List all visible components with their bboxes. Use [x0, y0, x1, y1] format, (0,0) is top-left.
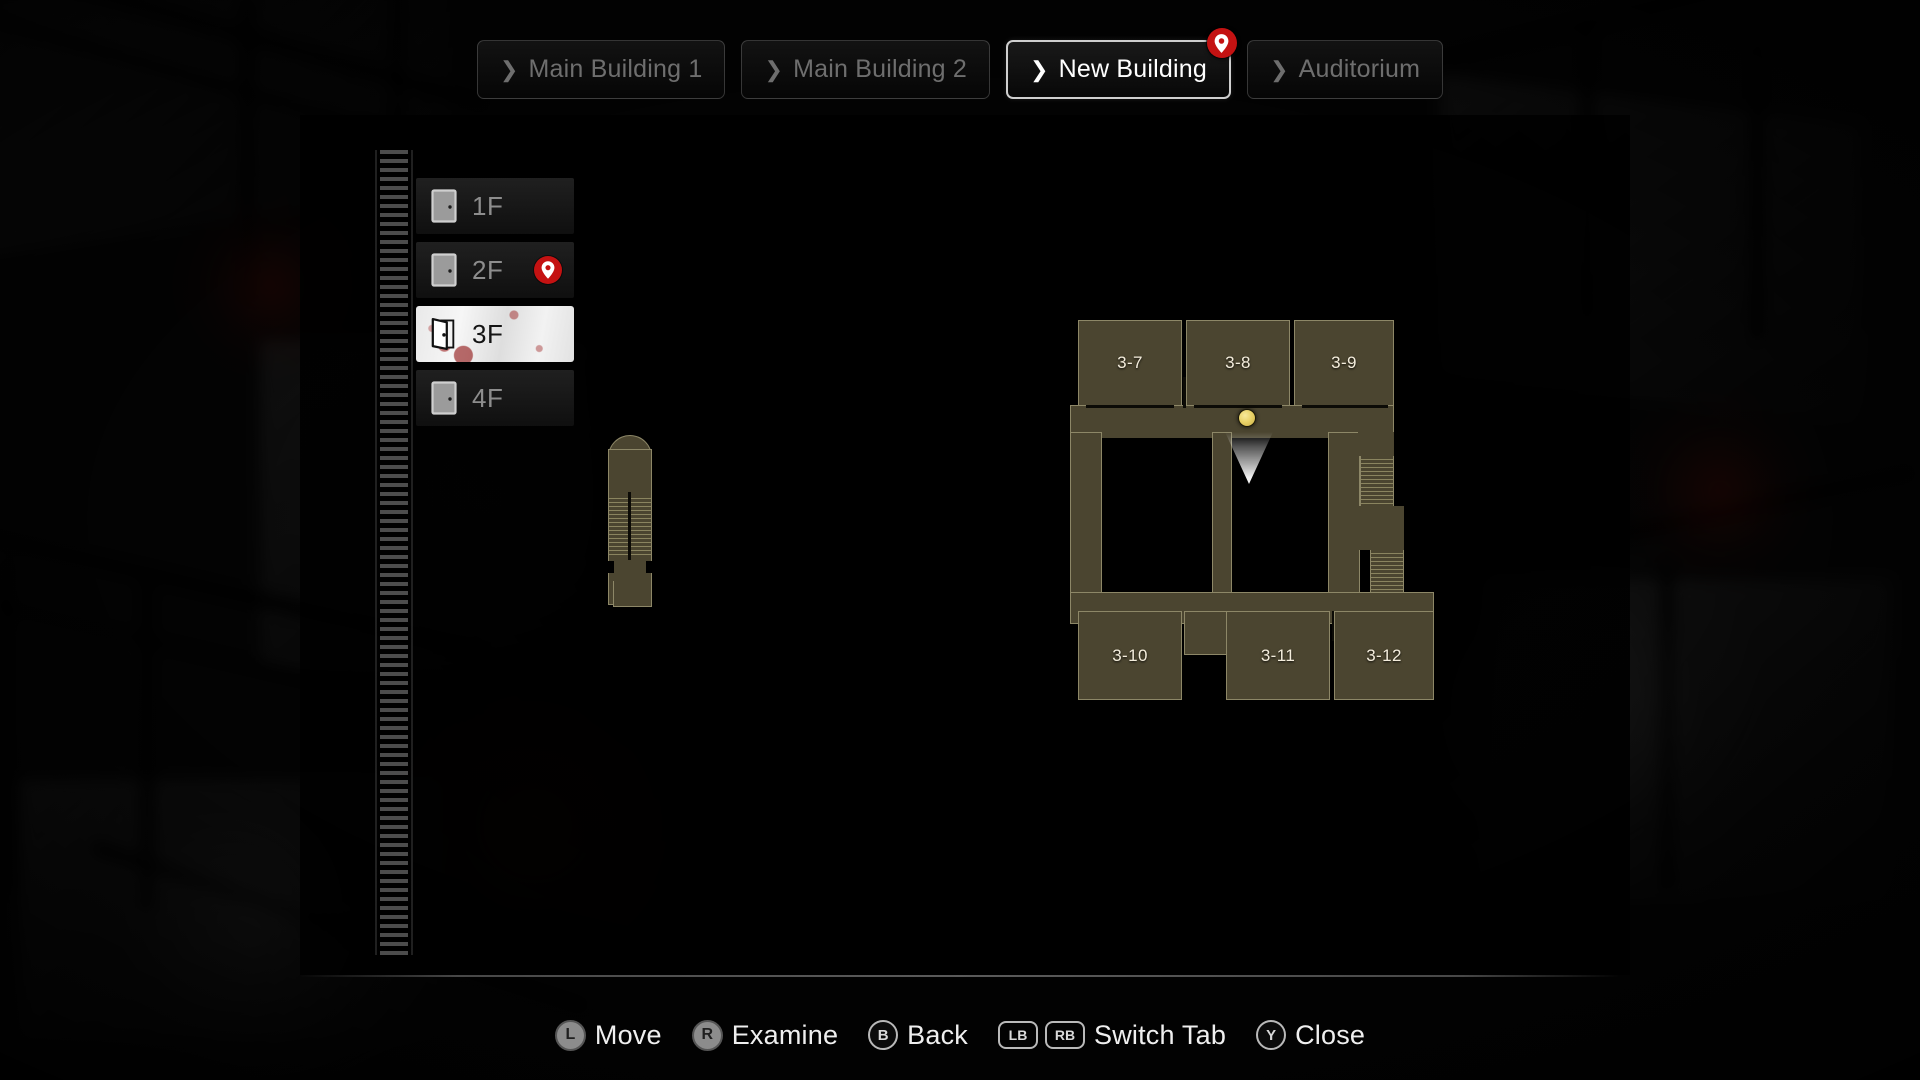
stairwell-handrail [628, 492, 631, 560]
map-room-3-8[interactable]: 3-8 [1186, 320, 1290, 406]
control-label: Switch Tab [1094, 1019, 1227, 1050]
room-label: 3-9 [1331, 353, 1357, 372]
stairwell-landing [613, 581, 652, 607]
floor-item-3f[interactable]: 3F [416, 306, 574, 362]
bottom-divider [300, 975, 1620, 977]
stairwell-notch [608, 561, 614, 573]
floor-label: 1F [472, 190, 504, 221]
left-stick-icon: L [554, 1019, 586, 1051]
room-label: 3-11 [1260, 645, 1296, 665]
chevron-right-icon: ❯ [764, 56, 784, 82]
map-east-landing [1358, 506, 1404, 550]
control-label: Examine [731, 1019, 839, 1050]
map-wall-divider [1183, 377, 1186, 408]
map-room-3-10[interactable]: 3-10 [1078, 611, 1182, 700]
tab-main-building-1[interactable]: ❯ Main Building 1 [476, 40, 726, 99]
map-wall-segment [1194, 405, 1282, 408]
map-room-3-9[interactable]: 3-9 [1294, 320, 1394, 406]
tab-label: New Building [1058, 55, 1207, 83]
floor-item-2f[interactable]: 2F [416, 242, 574, 298]
map-screen: ❯ Main Building 1 ❯ Main Building 2 ❯ Ne… [0, 0, 1920, 1080]
room-label: 3-10 [1112, 645, 1148, 665]
door-open-icon [430, 315, 458, 353]
map-wall-segment [1302, 405, 1388, 408]
tab-main-building-2[interactable]: ❯ Main Building 2 [741, 40, 991, 99]
stairwell-notch [646, 561, 652, 573]
floor-item-1f[interactable]: 1F [416, 178, 574, 234]
y-button-icon: Y [1256, 1020, 1287, 1050]
dashed-rail-strip-icon [375, 150, 413, 955]
b-button-icon: B [868, 1020, 899, 1050]
building-tab-bar: ❯ Main Building 1 ❯ Main Building 2 ❯ Ne… [0, 28, 1920, 110]
map-east-annex-top [1358, 432, 1394, 456]
rb-button-icon: RB [1045, 1021, 1085, 1049]
floor-item-4f[interactable]: 4F [416, 370, 574, 426]
control-hint-bar: L Move R Examine B Back LB RB Switch Tab… [0, 1005, 1920, 1065]
lb-rb-button-icon: LB RB [998, 1021, 1085, 1049]
control-hint-examine[interactable]: R Examine [691, 1019, 839, 1051]
control-label: Close [1295, 1019, 1366, 1050]
floor-label: 4F [472, 382, 504, 413]
floor-label: 3F [472, 318, 504, 349]
floor-map-3f[interactable]: 3-7 3-8 3-9 3-10 3-11 3-12 [1070, 320, 1520, 720]
map-stairwell-west [608, 435, 652, 607]
control-hint-back[interactable]: B Back [868, 1020, 968, 1051]
tab-label: Main Building 1 [528, 55, 703, 83]
lb-button-icon: LB [998, 1021, 1038, 1049]
tab-auditorium[interactable]: ❯ Auditorium [1246, 40, 1444, 99]
floor-label: 2F [472, 254, 504, 285]
bg-post [0, 560, 14, 890]
map-pin-icon [534, 256, 562, 284]
room-label: 3-8 [1225, 353, 1251, 372]
door-icon [430, 187, 458, 225]
room-label: 3-7 [1117, 353, 1143, 372]
door-icon [430, 379, 458, 417]
player-dot-icon [1238, 409, 1256, 427]
control-label: Move [594, 1019, 662, 1050]
stair-right-upper [1360, 456, 1394, 506]
chevron-right-icon: ❯ [499, 56, 519, 82]
control-hint-switch-tab[interactable]: LB RB Switch Tab [998, 1020, 1226, 1051]
control-hint-close[interactable]: Y Close [1256, 1020, 1365, 1051]
player-facing-cone-icon [1225, 432, 1273, 484]
map-room-3-12[interactable]: 3-12 [1334, 611, 1434, 700]
chevron-right-icon: ❯ [1030, 56, 1049, 82]
control-hint-move[interactable]: L Move [554, 1019, 662, 1051]
room-label: 3-12 [1366, 645, 1402, 665]
map-room-3-11[interactable]: 3-11 [1226, 611, 1330, 700]
map-corridor-stub [1184, 611, 1228, 655]
map-wall-segment [1086, 405, 1174, 408]
tab-new-building[interactable]: ❯ New Building [1006, 28, 1237, 99]
map-room-3-7[interactable]: 3-7 [1078, 320, 1182, 406]
door-icon [430, 251, 458, 289]
control-label: Back [907, 1019, 968, 1050]
chevron-right-icon: ❯ [1269, 56, 1289, 82]
tab-label: Main Building 2 [793, 55, 968, 83]
tab-label: Auditorium [1298, 55, 1421, 83]
map-pin-icon [1206, 28, 1237, 58]
floor-selector: 1F 2F 3F 4F [416, 178, 574, 426]
right-stick-icon: R [691, 1019, 723, 1051]
